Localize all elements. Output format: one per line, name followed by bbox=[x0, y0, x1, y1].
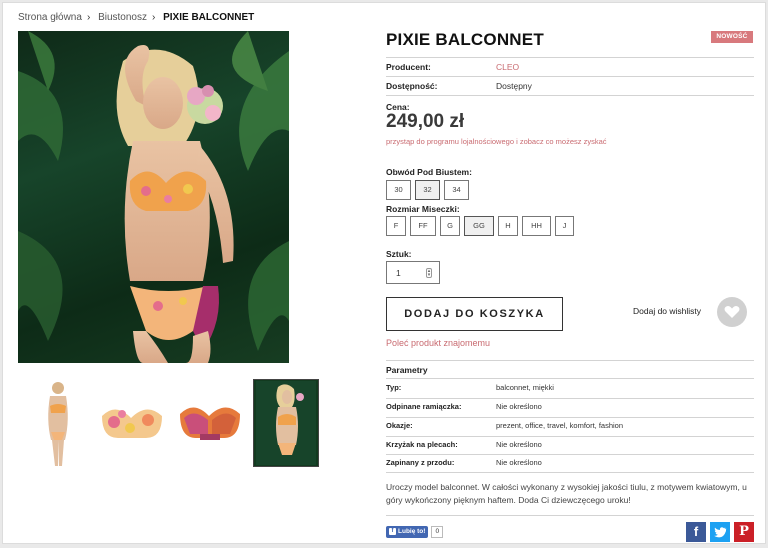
breadcrumb-separator: › bbox=[151, 12, 156, 23]
param-key: Typ: bbox=[386, 383, 402, 392]
cup-option-j[interactable]: J bbox=[555, 216, 574, 236]
add-to-cart-button[interactable]: DODAJ DO KOSZYKA bbox=[386, 297, 563, 331]
param-key: Odpinane ramiączka: bbox=[386, 402, 462, 411]
param-value: balconnet, miękki bbox=[496, 383, 554, 392]
breadcrumb-home[interactable]: Strona główna bbox=[18, 12, 82, 23]
breadcrumb-separator: › bbox=[86, 12, 91, 23]
param-key: Okazje: bbox=[386, 421, 413, 430]
cup-option-g[interactable]: G bbox=[440, 216, 460, 236]
param-row: Okazje: prezent, office, travel, komfort… bbox=[386, 417, 754, 436]
thumbnail-model-front bbox=[48, 382, 68, 466]
price-value: 249,00 zł bbox=[386, 111, 465, 132]
cup-option-hh[interactable]: HH bbox=[522, 216, 551, 236]
new-badge: NOWOŚĆ bbox=[711, 31, 753, 43]
facebook-icon[interactable]: f bbox=[686, 522, 706, 542]
product-title: PIXIE BALCONNET bbox=[386, 30, 544, 49]
param-value: prezent, office, travel, komfort, fashio… bbox=[496, 421, 624, 430]
thumbnail-1[interactable] bbox=[25, 379, 91, 467]
divider bbox=[386, 472, 754, 473]
availability-value: Dostępny bbox=[496, 81, 532, 91]
quantity-label: Sztuk: bbox=[386, 249, 412, 259]
divider bbox=[386, 95, 754, 96]
producer-value[interactable]: CLEO bbox=[496, 62, 519, 72]
thumbnail-2[interactable] bbox=[99, 379, 165, 467]
param-row: Krzyżak na plecach: Nie określono bbox=[386, 436, 754, 455]
breadcrumb-category[interactable]: Biustonosz bbox=[98, 12, 147, 23]
producer-label: Producent: bbox=[386, 62, 431, 72]
quantity-value: 1 bbox=[396, 268, 401, 278]
param-value: Nie określono bbox=[496, 440, 542, 449]
thumbnail-4-selected[interactable] bbox=[253, 379, 319, 467]
params-title: Parametry bbox=[386, 365, 428, 375]
param-value: Nie określono bbox=[496, 402, 542, 411]
twitter-bird-glyph bbox=[714, 527, 727, 538]
like-count: 0 bbox=[431, 525, 444, 538]
product-photo-illustration bbox=[18, 31, 289, 363]
cup-option-f[interactable]: F bbox=[386, 216, 406, 236]
divider bbox=[386, 515, 754, 516]
pinterest-icon[interactable]: P bbox=[734, 522, 754, 542]
cup-option-gg[interactable]: GG bbox=[464, 216, 494, 236]
quantity-stepper[interactable]: 1 ▴ ▾ bbox=[386, 261, 440, 284]
thumbnail-model-jungle bbox=[256, 381, 316, 465]
heart-icon[interactable] bbox=[717, 297, 747, 327]
cup-size-options: F FF G GG H HH J bbox=[386, 216, 626, 238]
product-description: Uroczy model balconnet. W całości wykona… bbox=[386, 482, 747, 505]
cup-option-h[interactable]: H bbox=[498, 216, 518, 236]
thumbnail-bra-front bbox=[102, 409, 162, 438]
spinner-arrows-icon[interactable]: ▴ ▾ bbox=[426, 268, 432, 278]
param-row: Zapinany z przodu: Nie określono bbox=[386, 454, 754, 473]
heart-glyph bbox=[724, 306, 740, 318]
band-size-label: Obwód Pod Biustem: bbox=[386, 167, 472, 177]
facebook-mini-icon: f bbox=[389, 528, 396, 535]
breadcrumb: Strona główna › Biustonosz › PIXIE BALCONN… bbox=[18, 12, 258, 23]
twitter-icon[interactable] bbox=[710, 522, 730, 542]
thumbnail-bra-back bbox=[180, 407, 240, 440]
cup-size-label: Rozmiar Miseczki: bbox=[386, 204, 460, 214]
like-label: Lubię to! bbox=[398, 527, 426, 535]
divider bbox=[386, 57, 754, 58]
cup-option-ff[interactable]: FF bbox=[410, 216, 436, 236]
param-row: Typ: balconnet, miękki bbox=[386, 379, 754, 398]
band-size-options: 30 32 34 bbox=[386, 180, 626, 202]
recommend-link[interactable]: Poleć produkt znajomemu bbox=[386, 338, 490, 348]
divider bbox=[386, 360, 754, 361]
band-option-30[interactable]: 30 bbox=[386, 180, 411, 200]
band-option-32[interactable]: 32 bbox=[415, 180, 440, 200]
breadcrumb-current: PIXIE BALCONNET bbox=[163, 12, 255, 23]
thumbnail-strip bbox=[25, 379, 325, 467]
loyalty-link[interactable]: przystąp do programu lojalnościowego i z… bbox=[386, 137, 607, 146]
band-option-34[interactable]: 34 bbox=[444, 180, 469, 200]
like-button[interactable]: f Lubię to! bbox=[386, 525, 429, 538]
thumbnail-3[interactable] bbox=[177, 379, 243, 467]
page-frame: Strona główna › Biustonosz › PIXIE BALCONN… bbox=[2, 2, 766, 544]
param-row: Odpinane ramiączka: Nie określono bbox=[386, 398, 754, 417]
divider bbox=[386, 76, 754, 77]
param-key: Krzyżak na plecach: bbox=[386, 440, 458, 449]
facebook-like-widget: f Lubię to! 0 bbox=[386, 525, 444, 538]
param-key: Zapinany z przodu: bbox=[386, 458, 455, 467]
wishlist-link[interactable]: Dodaj do wishlisty bbox=[633, 306, 701, 316]
param-value: Nie określono bbox=[496, 458, 542, 467]
availability-label: Dostępność: bbox=[386, 81, 438, 91]
product-main-image[interactable] bbox=[18, 31, 289, 363]
